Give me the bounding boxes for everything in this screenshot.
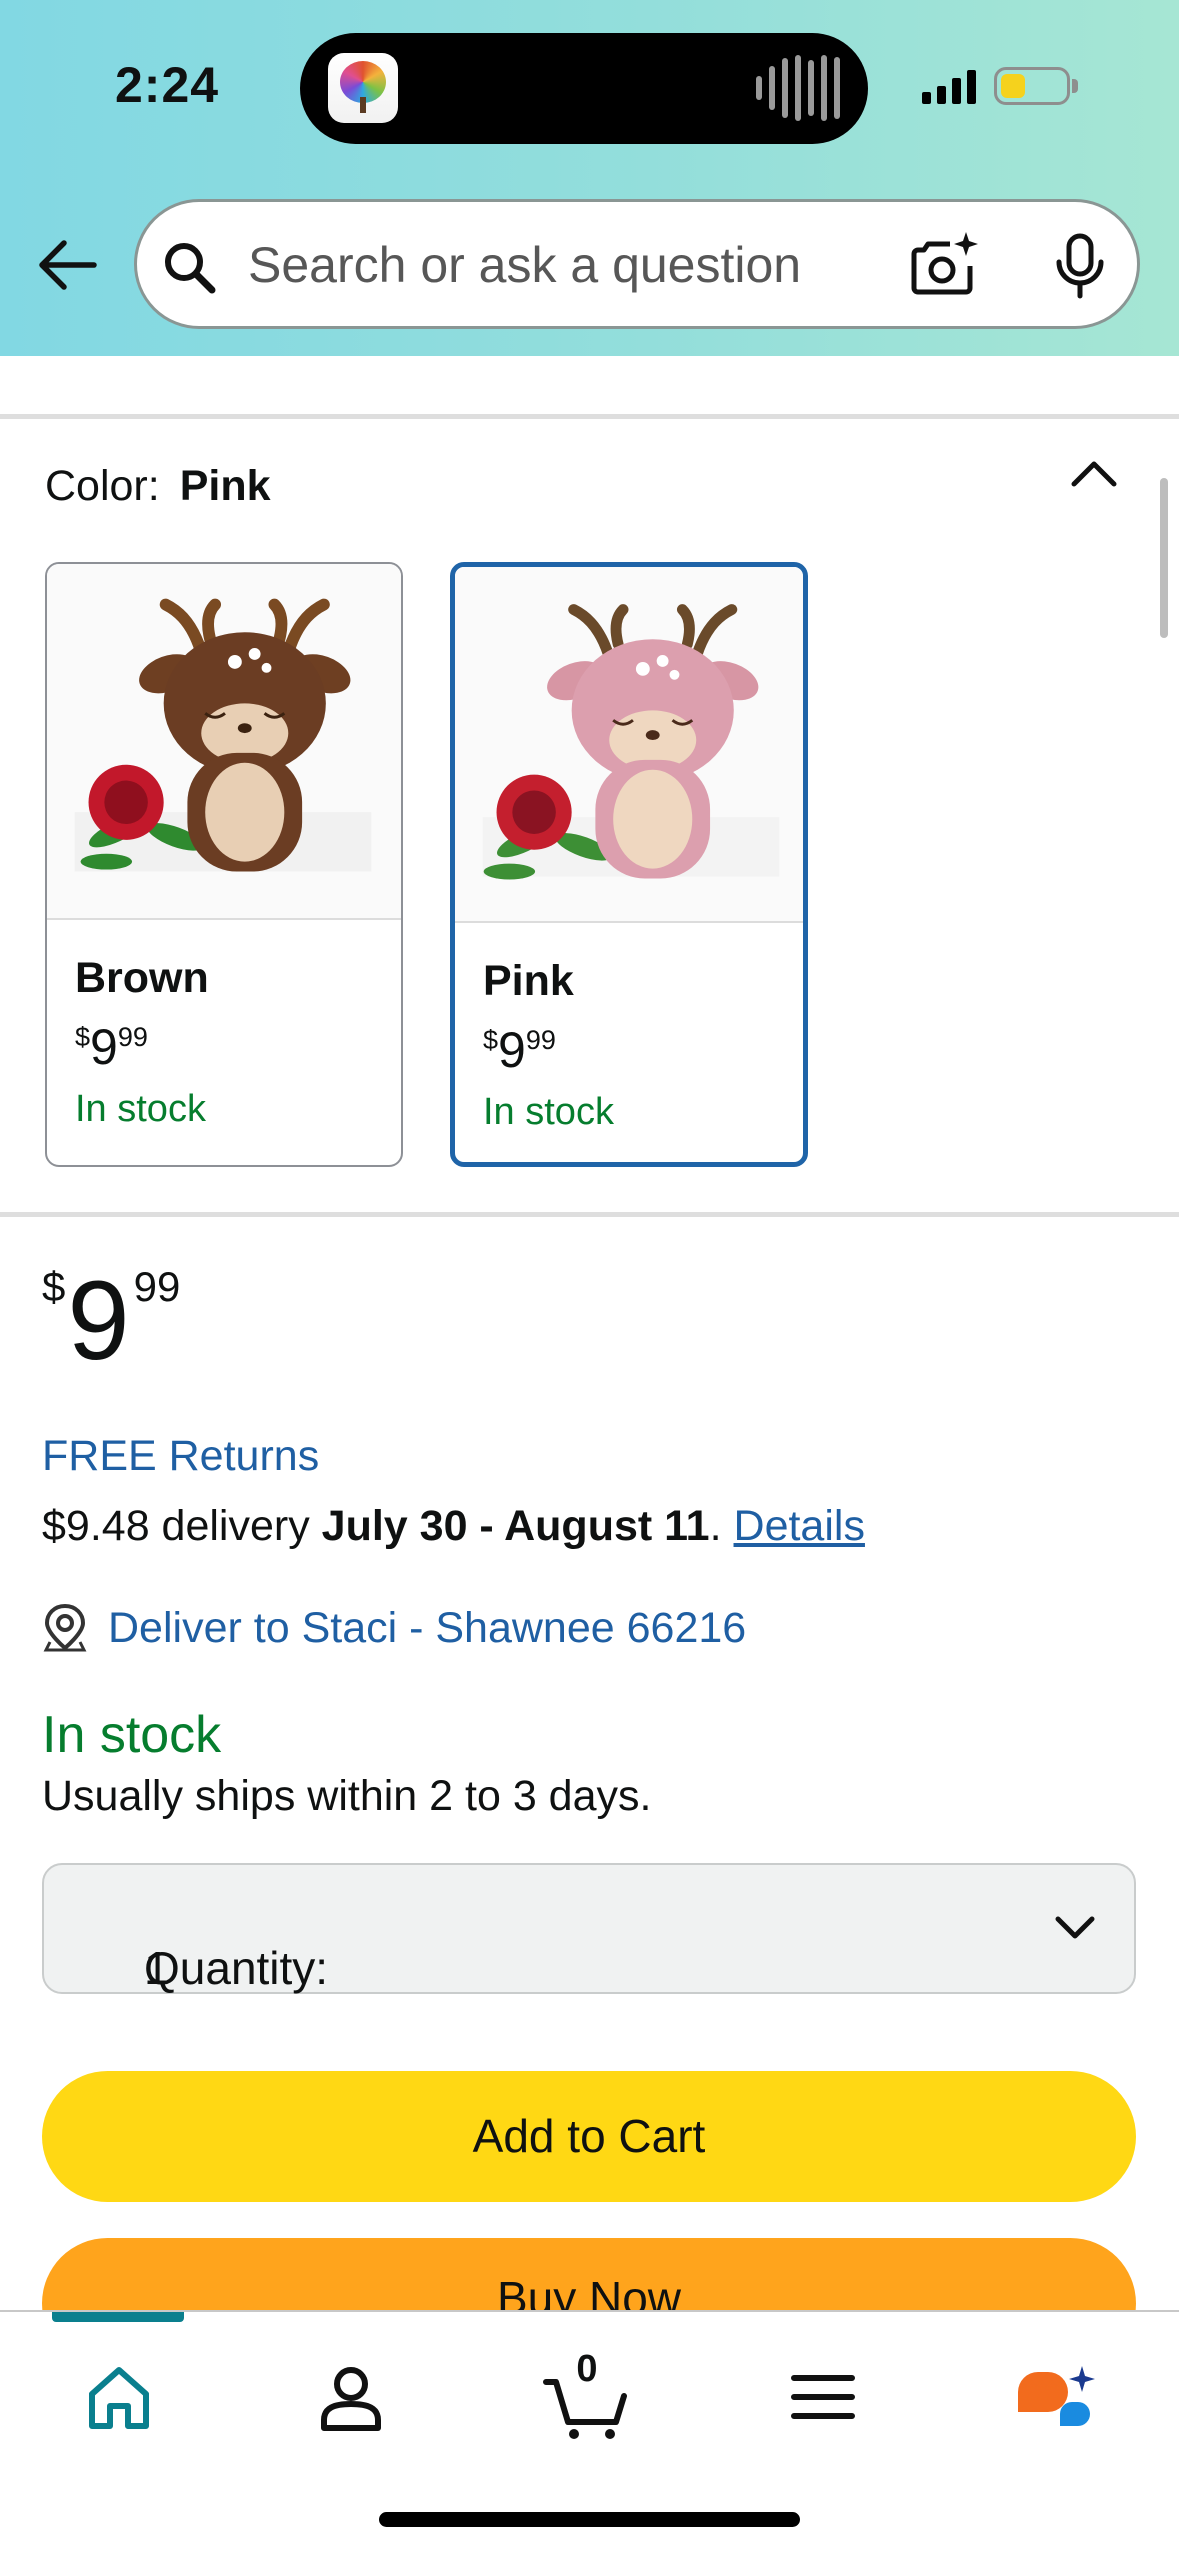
product-image-brown [47, 564, 401, 920]
nav-account[interactable] [306, 2352, 396, 2442]
home-indicator[interactable] [379, 2512, 800, 2527]
selected-color-value: Pink [179, 462, 271, 510]
option-price: $999 [75, 1019, 148, 1075]
cellular-signal-icon [922, 70, 976, 104]
now-playing-app-icon [328, 53, 398, 123]
nav-home[interactable] [74, 2352, 164, 2442]
active-tab-indicator [52, 2312, 184, 2322]
audio-wave-icon [756, 55, 840, 121]
nav-menu[interactable] [778, 2352, 868, 2442]
stock-status: In stock [42, 1706, 222, 1764]
location-pin-icon [43, 1603, 87, 1652]
option-stock-status: In stock [483, 1091, 614, 1133]
chevron-up-icon[interactable] [1066, 452, 1122, 492]
option-name: Brown [75, 954, 209, 1002]
nav-cart[interactable]: 0 [542, 2348, 632, 2442]
color-option-brown[interactable]: Brown $999 In stock [45, 562, 403, 1167]
color-selection-label: Color: Pink [45, 462, 271, 511]
dynamic-island [300, 33, 868, 144]
search-bar[interactable] [134, 199, 1140, 329]
app-header: 2:24 [0, 0, 1179, 356]
camera-search-icon[interactable] [910, 230, 980, 300]
section-divider [0, 1212, 1179, 1217]
product-price: $999 [42, 1258, 181, 1383]
delivery-details-link[interactable]: Details [734, 1502, 865, 1550]
option-stock-status: In stock [75, 1088, 206, 1130]
section-divider [0, 414, 1179, 419]
product-image-pink [455, 567, 803, 923]
shipping-note: Usually ships within 2 to 3 days. [42, 1772, 652, 1820]
search-icon [165, 243, 216, 294]
scrollbar[interactable] [1160, 478, 1168, 638]
search-input[interactable] [248, 232, 868, 298]
back-arrow-icon[interactable] [36, 234, 98, 296]
hamburger-menu-icon [791, 2375, 855, 2419]
battery-icon [994, 67, 1070, 105]
delivery-info: $9.48 delivery July 30 - August 11. Deta… [42, 1502, 865, 1550]
add-to-cart-button[interactable]: Add to Cart [42, 2071, 1136, 2202]
status-time: 2:24 [115, 57, 220, 113]
home-icon [89, 2367, 149, 2429]
deliver-to-location[interactable]: Deliver to Staci - Shawnee 66216 [42, 1600, 746, 1656]
chevron-down-icon [1055, 1916, 1095, 1939]
quantity-dropdown[interactable]: Quantity: 1 [42, 1863, 1136, 1994]
option-name: Pink [483, 957, 574, 1005]
free-returns-link[interactable]: FREE Returns [42, 1432, 319, 1481]
rufus-assistant-icon [1018, 2366, 1095, 2426]
color-label: Color: [45, 462, 160, 510]
delivery-dates: July 30 - August 11 [321, 1502, 710, 1550]
option-price: $999 [483, 1022, 556, 1078]
user-icon [321, 2367, 381, 2431]
deliver-to-text: Deliver to Staci - Shawnee 66216 [108, 1603, 747, 1652]
cart-count-badge: 0 [576, 2348, 598, 2390]
nav-rufus-assistant[interactable] [1010, 2352, 1100, 2442]
color-option-pink[interactable]: Pink $999 In stock [450, 562, 808, 1167]
microphone-icon[interactable] [1051, 232, 1109, 300]
